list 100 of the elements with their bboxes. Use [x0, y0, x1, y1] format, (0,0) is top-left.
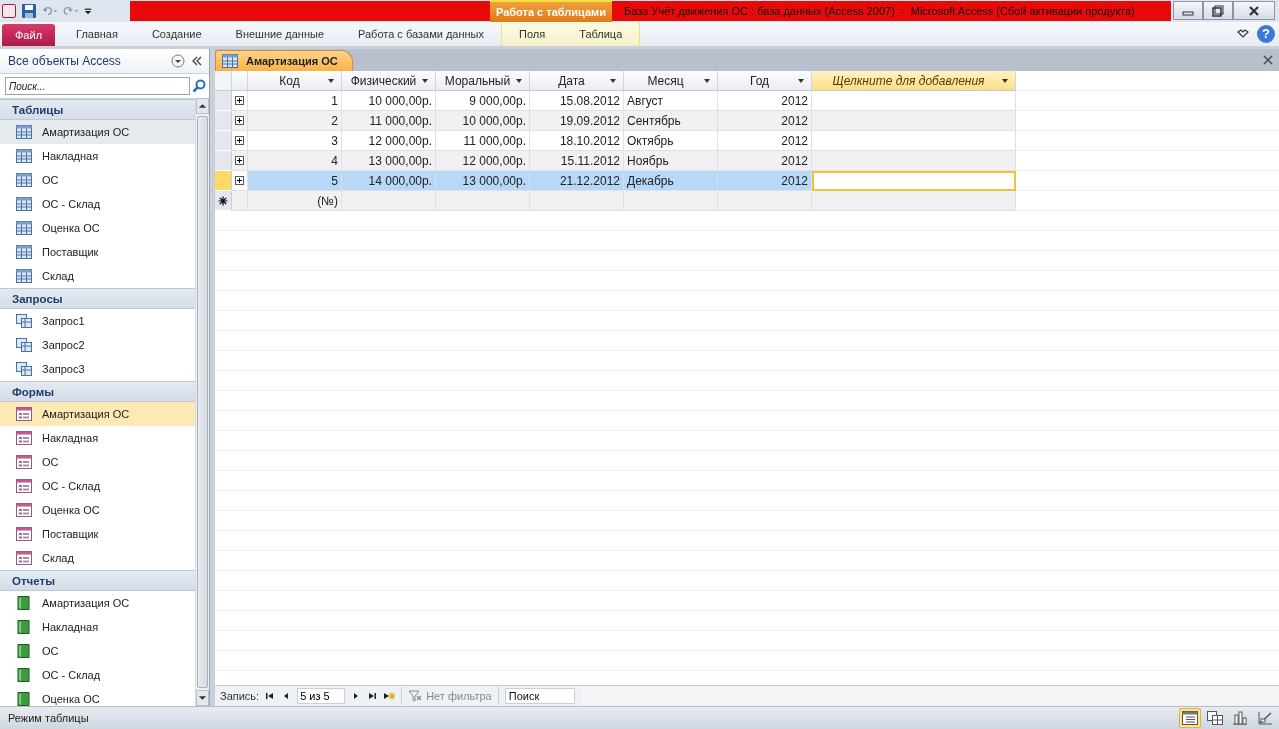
scrollbar-thumb[interactable]: [197, 116, 208, 688]
table-cell[interactable]: Август: [624, 91, 718, 111]
caret-icon[interactable]: [421, 78, 429, 84]
table-cell[interactable]: 2: [248, 111, 342, 131]
table-cell[interactable]: [436, 191, 530, 211]
table-cell[interactable]: [812, 131, 1016, 151]
nav-item[interactable]: ОС: [0, 450, 195, 474]
table-cell[interactable]: 4: [248, 151, 342, 171]
dropdown-icon[interactable]: [171, 54, 185, 68]
table-cell[interactable]: 10 000,00р.: [436, 111, 530, 131]
caret-icon[interactable]: [515, 78, 523, 84]
search-field[interactable]: Поиск...: [5, 77, 190, 95]
table-cell[interactable]: [718, 191, 812, 211]
table-cell[interactable]: 19.09.2012: [530, 111, 624, 131]
nav-item[interactable]: Запрос2: [0, 333, 195, 357]
table-cell[interactable]: [812, 191, 1016, 211]
new-record-button-icon[interactable]: [383, 691, 396, 701]
nav-item[interactable]: Поставщик: [0, 240, 195, 264]
nav-item[interactable]: Накладная: [0, 426, 195, 450]
column-header[interactable]: Месяц: [624, 71, 718, 91]
caret-icon[interactable]: [327, 78, 335, 84]
document-tab[interactable]: Амартизация ОС: [215, 50, 353, 71]
table-cell[interactable]: 13 000,00р.: [436, 171, 530, 191]
nav-group-header[interactable]: Формы: [0, 381, 195, 402]
table-cell[interactable]: Ноябрь: [624, 151, 718, 171]
column-header[interactable]: Дата: [530, 71, 624, 91]
expand-icon[interactable]: [235, 96, 244, 105]
table-cell[interactable]: 2012: [718, 111, 812, 131]
scroll-up-icon[interactable]: [196, 98, 209, 114]
table-cell[interactable]: 2012: [718, 151, 812, 171]
expand-icon[interactable]: [235, 176, 244, 185]
table-cell[interactable]: [812, 151, 1016, 171]
table-cell[interactable]: 11 000,00р.: [342, 111, 436, 131]
table-cell[interactable]: 3: [248, 131, 342, 151]
table-cell[interactable]: 5: [248, 171, 342, 191]
table-cell[interactable]: 10 000,00р.: [342, 91, 436, 111]
nav-item[interactable]: ОС - Склад: [0, 192, 195, 216]
nav-item[interactable]: Амартизация ОС: [0, 591, 195, 615]
table-cell[interactable]: [812, 91, 1016, 111]
datasheet-view-button[interactable]: [1179, 708, 1201, 728]
table-cell[interactable]: 13 000,00р.: [342, 151, 436, 171]
ribbon-tab[interactable]: Файл: [2, 24, 56, 46]
nav-item[interactable]: Накладная: [0, 615, 195, 639]
first-record-icon[interactable]: [265, 691, 276, 701]
nav-item[interactable]: Амартизация ОС: [0, 120, 195, 144]
table-cell[interactable]: (№): [248, 191, 342, 211]
table-cell[interactable]: 21.12.2012: [530, 171, 624, 191]
save-icon[interactable]: [21, 3, 37, 19]
table-cell[interactable]: 1: [248, 91, 342, 111]
table-cell[interactable]: [342, 191, 436, 211]
nav-group-header[interactable]: Отчеты: [0, 570, 195, 591]
table-cell[interactable]: [624, 191, 718, 211]
expand-icon[interactable]: [235, 136, 244, 145]
nav-item[interactable]: Запрос3: [0, 357, 195, 381]
table-cell[interactable]: [812, 111, 1016, 131]
nav-item[interactable]: Оценка ОС: [0, 498, 195, 522]
table-cell[interactable]: 15.11.2012: [530, 151, 624, 171]
column-header[interactable]: Щелкните для добавления: [812, 71, 1016, 91]
table-cell[interactable]: 18.10.2012: [530, 131, 624, 151]
table-cell[interactable]: 12 000,00р.: [342, 131, 436, 151]
expand-icon[interactable]: [235, 156, 244, 165]
nav-item[interactable]: Поставщик: [0, 522, 195, 546]
nav-group-header[interactable]: Запросы: [0, 288, 195, 309]
ribbon-tab[interactable]: Главная: [59, 22, 135, 46]
nav-item[interactable]: Оценка ОС: [0, 216, 195, 240]
caret-icon[interactable]: [703, 78, 711, 84]
caret-icon[interactable]: [797, 78, 805, 84]
nav-item[interactable]: ОС - Склад: [0, 474, 195, 498]
nav-item[interactable]: Склад: [0, 264, 195, 288]
pivot-table-view-button[interactable]: [1204, 708, 1226, 728]
close-button[interactable]: [1233, 1, 1275, 20]
restore-button[interactable]: [1203, 1, 1233, 20]
column-header[interactable]: Код: [248, 71, 342, 91]
column-header[interactable]: Год: [718, 71, 812, 91]
nav-item[interactable]: ОС: [0, 168, 195, 192]
search-icon[interactable]: [192, 79, 206, 93]
record-position-field[interactable]: 5 из 5: [297, 688, 346, 704]
caret-icon[interactable]: [609, 78, 617, 84]
ribbon-tab[interactable]: Создание: [134, 22, 219, 46]
app-logo-icon[interactable]: [2, 4, 16, 18]
table-cell[interactable]: 2012: [718, 131, 812, 151]
table-cell[interactable]: Декабрь: [624, 171, 718, 191]
search-field[interactable]: Поиск: [504, 688, 575, 704]
ribbon-tab[interactable]: Таблица: [562, 22, 641, 46]
expand-icon[interactable]: [235, 116, 244, 125]
help-button[interactable]: ?: [1257, 25, 1275, 43]
last-record-icon[interactable]: [367, 691, 378, 701]
nav-item[interactable]: ОС - Склад: [0, 663, 195, 687]
table-cell[interactable]: [530, 191, 624, 211]
column-header[interactable]: Моральный: [436, 71, 530, 91]
nav-item[interactable]: Амартизация ОС: [0, 402, 195, 426]
horizontal-scrollbar[interactable]: [580, 687, 1279, 705]
ribbon-tab[interactable]: Поля: [501, 22, 563, 46]
table-cell[interactable]: Сентябрь: [624, 111, 718, 131]
minimize-button[interactable]: [1173, 1, 1203, 20]
scroll-down-icon[interactable]: [196, 690, 209, 706]
ribbon-tab[interactable]: Работа с базами данных: [341, 22, 501, 46]
table-cell[interactable]: Октябрь: [624, 131, 718, 151]
table-cell[interactable]: 2012: [718, 171, 812, 191]
table-cell[interactable]: 11 000,00р.: [436, 131, 530, 151]
